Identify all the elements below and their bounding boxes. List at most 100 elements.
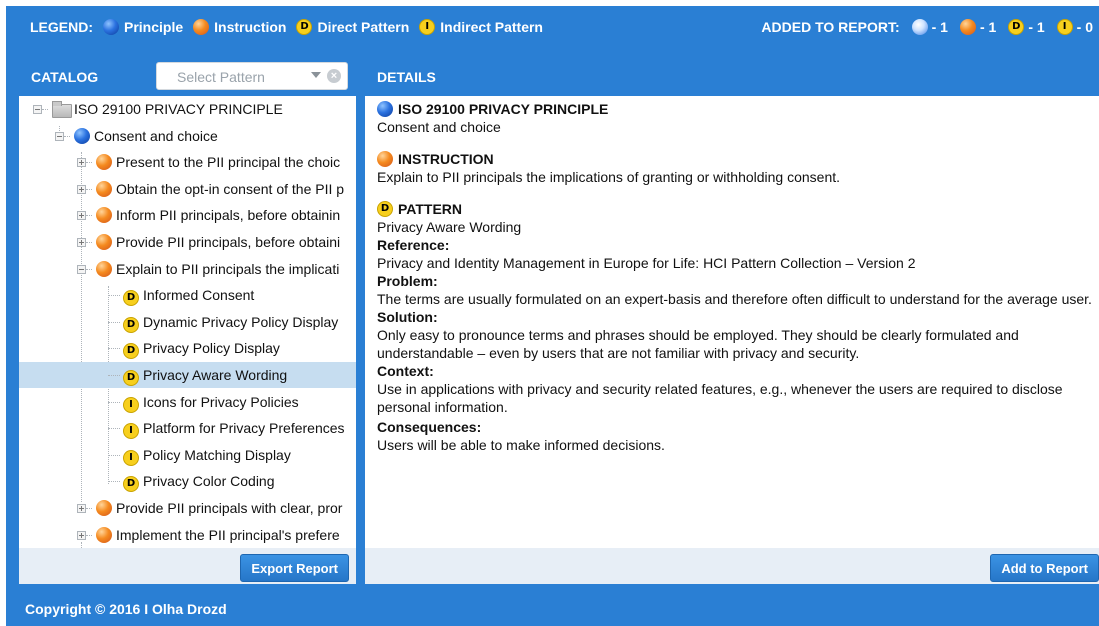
tree-node[interactable]: Consent and choice	[19, 123, 356, 149]
catalog-tree: ISO 29100 PRIVACY PRINCIPLE Consent and c…	[19, 96, 356, 548]
chevron-down-icon[interactable]	[311, 72, 321, 78]
expand-icon[interactable]	[77, 184, 86, 194]
direct-pattern-icon: D	[123, 476, 139, 493]
app-frame: LEGEND: Principle Instruction D Direct P…	[6, 6, 1099, 626]
tree-node[interactable]: D Privacy Color Coding	[19, 468, 356, 494]
legend-item-direct-pattern: D Direct Pattern	[296, 19, 409, 35]
tree-node[interactable]: Provide PII principals with clear, pror	[19, 495, 356, 521]
instruction-icon	[377, 151, 393, 167]
tree-node[interactable]: I Platform for Privacy Preferences	[19, 415, 356, 441]
problem-text: The terms are usually formulated on an e…	[377, 291, 1092, 307]
reference-label: Reference:	[377, 237, 450, 253]
details-header: DETAILS	[365, 56, 1099, 96]
tree-node-icon-wrap: I	[123, 394, 139, 413]
direct-pattern-icon: D	[123, 290, 139, 307]
tree-node[interactable]: I Icons for Privacy Policies	[19, 389, 356, 415]
tree-node[interactable]: D Privacy Aware Wording	[19, 362, 356, 388]
legend-bar: LEGEND: Principle Instruction D Direct P…	[6, 6, 1099, 49]
tree-node-icon-wrap	[96, 500, 112, 519]
instruction-icon	[96, 526, 112, 543]
tree-node-label: Informed Consent	[143, 287, 255, 304]
tree-connector	[108, 348, 120, 350]
report-counter: ADDED TO REPORT: - 1 - 1 D - 1 I - 0	[761, 19, 1093, 35]
tree-node-label: Inform PII principals, before obtainin	[116, 207, 341, 224]
context-text: Use in applications with privacy and sec…	[377, 381, 1063, 415]
tree-connector	[108, 454, 120, 456]
catalog-footer: Export Report	[19, 548, 356, 584]
tree-node-icon-wrap	[96, 526, 112, 546]
tree-node-label: Privacy Aware Wording	[143, 367, 288, 383]
tree-node-icon-wrap: D	[123, 473, 139, 493]
tree-node-icon-wrap	[96, 180, 112, 200]
direct-pattern-icon: D	[123, 370, 139, 386]
tree-connector	[86, 188, 92, 190]
tree-node-icon-wrap	[74, 127, 90, 147]
tree-connector	[86, 508, 92, 509]
tree-connector	[42, 109, 48, 110]
collapse-icon[interactable]	[55, 131, 64, 141]
pattern-heading: D PATTERN	[377, 200, 1099, 218]
report-count-value: - 1	[931, 19, 948, 35]
instruction-icon	[96, 154, 112, 171]
tree-node-icon-wrap	[96, 234, 112, 253]
tree-connector	[108, 295, 120, 297]
instruction-icon	[96, 260, 112, 277]
tree-connector	[86, 162, 92, 164]
instruction-icon	[96, 500, 112, 516]
tree-node[interactable]: Inform PII principals, before obtainin	[19, 202, 356, 228]
pattern-select[interactable]: Select Pattern ×	[156, 62, 348, 90]
collapse-icon[interactable]	[33, 105, 42, 114]
tree-node[interactable]: D Dynamic Privacy Policy Display	[19, 309, 356, 335]
instruction-icon	[193, 19, 210, 35]
report-count-value: - 1	[979, 19, 997, 35]
expand-icon[interactable]	[77, 238, 86, 247]
tree-node[interactable]: D Privacy Policy Display	[19, 335, 356, 361]
tree-node[interactable]: Implement the PII principal's prefere	[19, 522, 356, 548]
direct-pattern-icon: D	[1008, 19, 1025, 35]
legend-title: LEGEND:	[30, 19, 93, 35]
tree-node[interactable]: Present to the PII principal the choic	[19, 149, 356, 175]
tree-node-label: ISO 29100 PRIVACY PRINCIPLE	[74, 101, 283, 117]
report-count-direct-pattern: D - 1	[1008, 19, 1045, 35]
expand-icon[interactable]	[77, 504, 86, 513]
legend-item-principle: Principle	[103, 19, 183, 35]
pattern-name: Privacy Aware Wording	[377, 219, 522, 235]
tree-connector	[108, 321, 120, 323]
pattern-heading-text: PATTERN	[398, 201, 463, 217]
instruction-icon	[96, 207, 112, 224]
principle-heading-text: ISO 29100 PRIVACY PRINCIPLE	[398, 101, 609, 117]
tree-node[interactable]: I Policy Matching Display	[19, 442, 356, 468]
tree-node-label: Explain to PII principals the implicati	[116, 260, 340, 277]
add-to-report-button[interactable]: Add to Report	[990, 554, 1099, 582]
tree-node[interactable]: Provide PII principals, before obtaini	[19, 229, 356, 255]
expand-icon[interactable]	[77, 158, 86, 168]
tree-node[interactable]: ISO 29100 PRIVACY PRINCIPLE	[19, 96, 356, 122]
expand-icon[interactable]	[77, 530, 86, 540]
export-report-button[interactable]: Export Report	[240, 554, 349, 582]
tree-node-label: Dynamic Privacy Policy Display	[143, 313, 339, 330]
tree-node[interactable]: Obtain the opt-in consent of the PII p	[19, 176, 356, 202]
reference-text: Privacy and Identity Management in Europ…	[377, 255, 916, 271]
folder-icon	[52, 101, 72, 118]
tree-node-label: Consent and choice	[94, 127, 218, 144]
tree-node-label: Icons for Privacy Policies	[143, 393, 299, 410]
solution-label: Solution:	[377, 309, 438, 325]
expand-icon[interactable]	[77, 211, 86, 221]
context-label: Context:	[377, 363, 434, 379]
clear-icon[interactable]: ×	[327, 69, 341, 83]
principle-text: Consent and choice	[377, 119, 501, 135]
tree-node[interactable]: Explain to PII principals the implicati	[19, 256, 356, 282]
tree-node[interactable]: D Informed Consent	[19, 282, 356, 308]
tree-node-label: Obtain the opt-in consent of the PII p	[116, 180, 345, 197]
details-footer: Add to Report	[365, 548, 1099, 584]
report-counter-title: ADDED TO REPORT:	[761, 19, 900, 35]
tree-node-icon-wrap: D	[123, 367, 139, 386]
direct-pattern-icon: D	[123, 343, 139, 360]
instruction-text: Explain to PII principals the implicatio…	[377, 169, 841, 185]
legend-label: Principle	[124, 19, 184, 35]
collapse-icon[interactable]	[77, 264, 86, 274]
consequences-text: Users will be able to make informed deci…	[377, 437, 665, 453]
tree-node-label: Privacy Color Coding	[143, 473, 275, 490]
tree-connector	[86, 215, 92, 217]
tree-connector	[108, 481, 120, 483]
